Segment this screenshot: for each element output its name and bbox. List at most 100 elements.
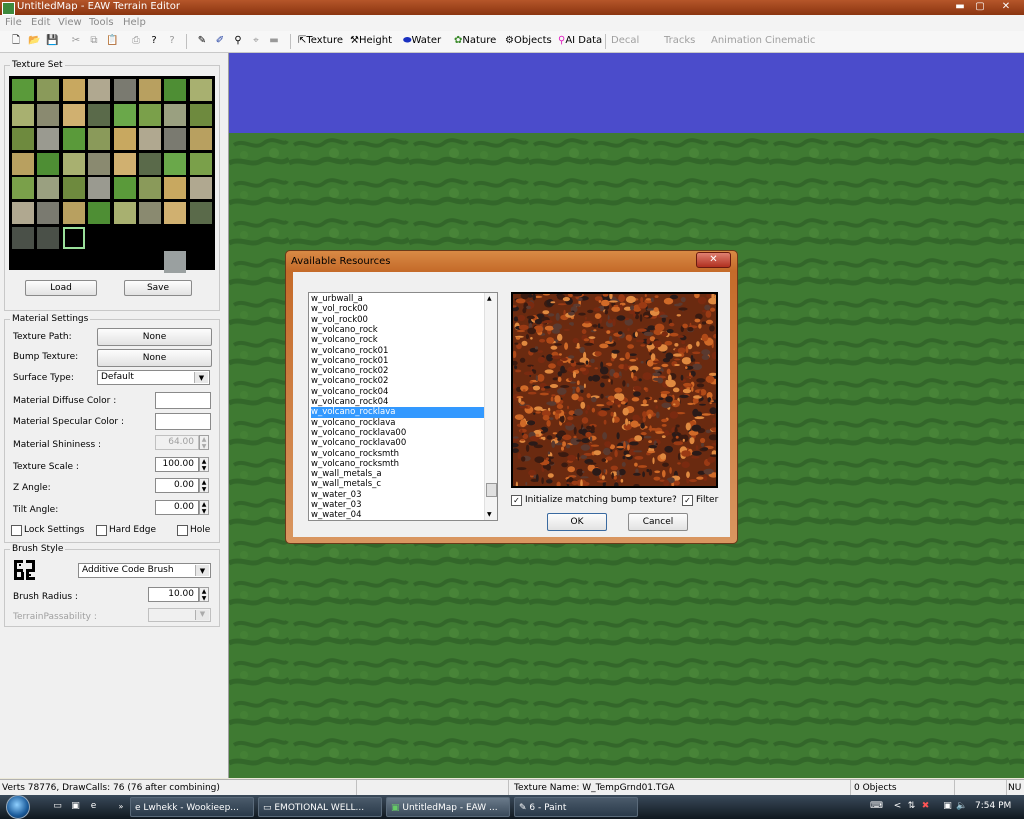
texture-tile[interactable] [189,128,212,151]
texture-tile[interactable] [113,128,136,151]
texture-tile[interactable] [88,79,111,101]
tracks-tool[interactable]: Tracks [664,35,695,46]
texture-tile[interactable] [37,103,60,126]
internet-explorer-icon[interactable]: e [88,801,99,812]
texture-tile[interactable] [139,79,161,101]
nature-tool[interactable]: ✿Nature [454,35,496,46]
save-button[interactable]: Save [124,280,192,296]
texture-tile[interactable] [189,202,212,224]
texture-tile[interactable] [62,128,85,151]
eyedropper-icon[interactable]: ⚲ [232,35,244,47]
resource-list[interactable]: w_urbwall_a w_vol_rock00 w_vol_rock00 w_vol… [308,292,498,521]
texture-tile[interactable] [12,103,34,126]
surface-type-select[interactable]: Default ▼ [97,370,210,385]
context-help-icon[interactable]: ? [166,35,178,47]
diffuse-color-field[interactable] [155,392,211,409]
network-icon[interactable]: ⇅ [906,801,917,812]
texture-tile[interactable] [62,226,85,249]
texture-tile[interactable] [37,226,60,249]
resource-list-item[interactable]: w_volcano_rocklava00 [311,438,485,448]
resource-list-item[interactable]: w_volcano_rocklava00 [311,428,485,438]
display-icon[interactable]: ▣ [942,801,953,812]
shininess-field[interactable]: 64.00 [155,435,199,450]
resource-list-item[interactable]: w_volcano_rocklava [311,407,485,418]
resource-list-item[interactable]: w_volcano_rocksmth [311,449,485,459]
decal-tool[interactable]: Decal [611,35,639,46]
texture-tile[interactable] [139,202,161,224]
texture-tile[interactable] [88,103,111,126]
start-button[interactable] [6,795,30,819]
animation-tool[interactable]: Animation [711,35,762,46]
texture-tile[interactable] [37,177,60,200]
hard-edge-checkbox[interactable] [96,525,107,536]
menu-tools[interactable]: Tools [89,17,114,28]
show-desktop-icon[interactable]: ▭ [52,801,63,812]
bump-texture-button[interactable]: None [97,349,212,367]
z-angle-spinner[interactable]: ▲ ▼ [199,478,209,493]
task-terrain-editor[interactable]: ▣ UntitledMap - EAW ... [386,797,510,817]
resource-list-item[interactable]: w_volcano_rock04 [311,387,485,397]
texture-tile[interactable] [164,152,187,175]
texture-tile[interactable] [189,152,212,175]
ai-data-tool[interactable]: ⚲AI Data [558,35,602,46]
menu-view[interactable]: View [58,17,82,28]
texture-tile[interactable] [12,202,34,224]
texture-tile[interactable] [113,202,136,224]
resource-list-item[interactable]: w_volcano_rock02 [311,376,485,386]
brush-icon[interactable]: ✐ [214,35,226,47]
resource-list-item[interactable]: w_volcano_rocksmth [311,459,485,469]
brush-radius-field[interactable]: 10.00 [148,587,199,602]
texture-tile[interactable] [88,202,111,224]
filter-checkbox[interactable]: ✓ [682,495,693,506]
pencil-icon[interactable]: ✎ [196,35,208,47]
resource-list-item[interactable]: w_volcano_rock01 [311,346,485,356]
scroll-up-icon[interactable]: ▲ [487,295,492,302]
shininess-spinner[interactable]: ▲ ▼ [199,435,209,450]
texture-tile[interactable] [113,177,136,200]
texture-tile[interactable] [164,251,187,274]
print-icon[interactable]: ⎙ [130,35,142,47]
minimize-button[interactable]: ▬ [950,1,970,13]
height-tool[interactable]: ⚒Height [350,35,392,46]
cut-icon[interactable]: ✂ [70,35,82,47]
alert-icon[interactable]: ✖ [920,801,931,812]
ok-button[interactable]: OK [547,513,607,531]
texture-tile[interactable] [62,152,85,175]
texture-scale-field[interactable]: 100.00 [155,457,199,472]
texture-tile[interactable] [62,202,85,224]
texture-tile[interactable] [113,152,136,175]
maximize-button[interactable]: ▢ [970,1,990,13]
quicklaunch-overflow-icon[interactable]: » [114,801,128,812]
brush-radius-spinner[interactable]: ▲ ▼ [199,587,209,602]
texture-tile[interactable] [189,177,212,200]
texture-tile[interactable] [88,152,111,175]
menu-help[interactable]: Help [123,17,146,28]
terrain-passability-select[interactable]: ▼ [148,608,211,622]
lock-settings-checkbox[interactable] [11,525,22,536]
resource-list-item[interactable]: w_urbwall_a [311,294,485,304]
list-scrollbar[interactable]: ▲ ▼ [484,293,497,520]
clock[interactable]: 7:54 PM [975,801,1011,811]
resource-list-item[interactable]: w_volcano_rock01 [311,356,485,366]
texture-tile[interactable] [37,79,60,101]
resource-list-item[interactable]: w_water_03 [311,500,485,510]
resource-list-item[interactable]: w_wall_metals_c [311,479,485,489]
tilt-angle-spinner[interactable]: ▲ ▼ [199,500,209,515]
texture-tile[interactable] [189,79,212,101]
open-folder-icon[interactable]: 📂 [28,35,40,47]
texture-tool[interactable]: ⇱Texture [298,35,343,46]
keyboard-icon[interactable]: ⌨ [870,801,883,812]
new-file-icon[interactable]: 🗋 [10,35,22,47]
scroll-thumb[interactable] [486,483,497,497]
brush-style-select[interactable]: Additive Code Brush ▼ [78,563,211,578]
texture-tile[interactable] [37,152,60,175]
texture-tile[interactable] [62,177,85,200]
load-button[interactable]: Load [25,280,97,296]
texture-tile[interactable] [164,128,187,151]
texture-tile[interactable] [62,79,85,101]
texture-grid[interactable] [9,76,215,274]
copy-icon[interactable]: ⧉ [88,35,100,47]
resource-list-item[interactable]: w_volcano_rocklava [311,418,485,428]
resource-list-item[interactable]: w_volcano_rock04 [311,397,485,407]
z-angle-field[interactable]: 0.00 [155,478,199,493]
